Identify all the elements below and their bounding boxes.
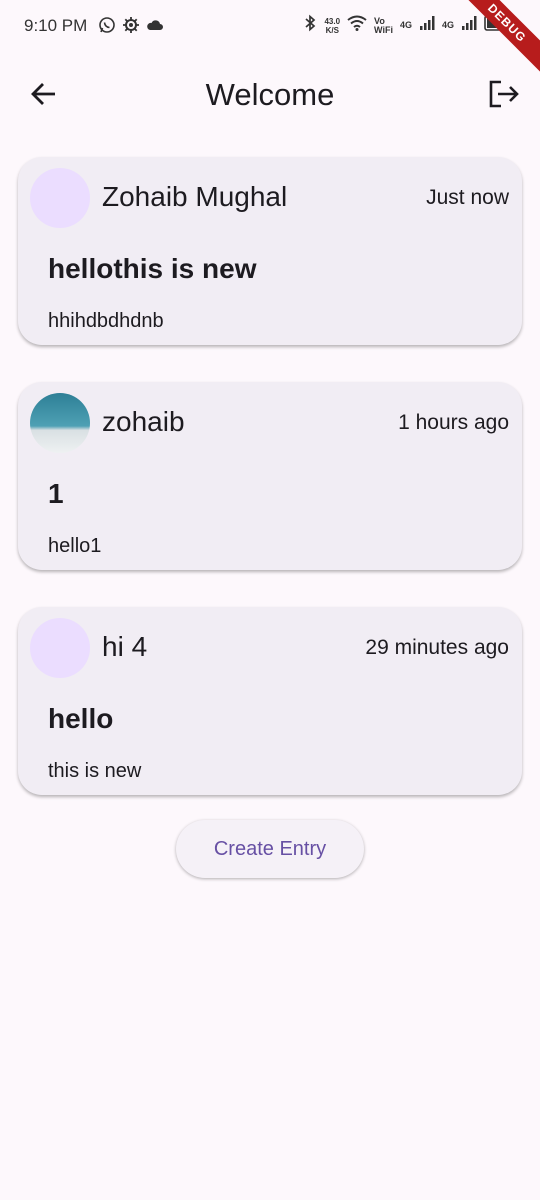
entry-author: Zohaib Mughal xyxy=(102,181,288,212)
entry-author: zohaib xyxy=(102,406,185,437)
network-speed-value: 43.0 xyxy=(324,16,341,26)
vowifi-bottom: WiFi xyxy=(374,24,393,35)
create-entry-button[interactable]: Create Entry xyxy=(176,820,364,878)
entry-body: hhihdbdhdnb xyxy=(48,310,164,332)
entry-body: this is new xyxy=(48,760,142,782)
entry-body: hello1 xyxy=(48,535,102,557)
app-bar: Welcome xyxy=(0,56,540,136)
entry-time: 29 minutes ago xyxy=(365,636,509,659)
avatar xyxy=(30,393,90,453)
network-speed: 43.0 K/S xyxy=(324,17,340,35)
network-speed-unit: K/S xyxy=(325,25,339,35)
whatsapp-icon xyxy=(98,16,116,39)
entry-card[interactable]: hi 4 29 minutes ago hello this is new xyxy=(18,607,522,795)
signal-icon-1 xyxy=(419,15,435,36)
wifi-icon xyxy=(347,15,367,36)
avatar xyxy=(30,618,90,678)
entry-list: Zohaib Mughal Just now hellothis is new … xyxy=(18,157,522,832)
avatar xyxy=(30,168,90,228)
settings-gear-icon xyxy=(122,16,140,39)
network-type-2: 4G xyxy=(441,20,454,30)
notification-icons xyxy=(98,16,164,39)
status-right-icons: 43.0 K/S Vo WiFi 4G 4G xyxy=(303,14,516,37)
network-type-1: 4G xyxy=(399,20,412,30)
cloud-icon xyxy=(146,16,164,39)
status-time: 9:10 PM xyxy=(24,16,88,35)
entry-title: hello xyxy=(48,703,114,734)
entry-card[interactable]: zohaib 1 hours ago 1 hello1 xyxy=(18,382,522,570)
entry-card[interactable]: Zohaib Mughal Just now hellothis is new … xyxy=(18,157,522,345)
signal-icon-2 xyxy=(461,15,477,36)
bluetooth-icon xyxy=(303,14,317,37)
vowifi-label: Vo WiFi xyxy=(374,16,393,35)
logout-button[interactable] xyxy=(484,76,524,116)
logout-icon xyxy=(488,79,520,114)
page-title: Welcome xyxy=(205,77,335,112)
entry-title: 1 xyxy=(48,478,64,509)
status-bar: 9:10 PM 43.0 K/S Vo WiFi 4G 4G DEBUG xyxy=(0,0,540,77)
entry-time: 1 hours ago xyxy=(398,411,509,434)
entry-title: hellothis is new xyxy=(48,253,257,284)
entry-time: Just now xyxy=(426,186,509,209)
entry-author: hi 4 xyxy=(102,631,148,662)
